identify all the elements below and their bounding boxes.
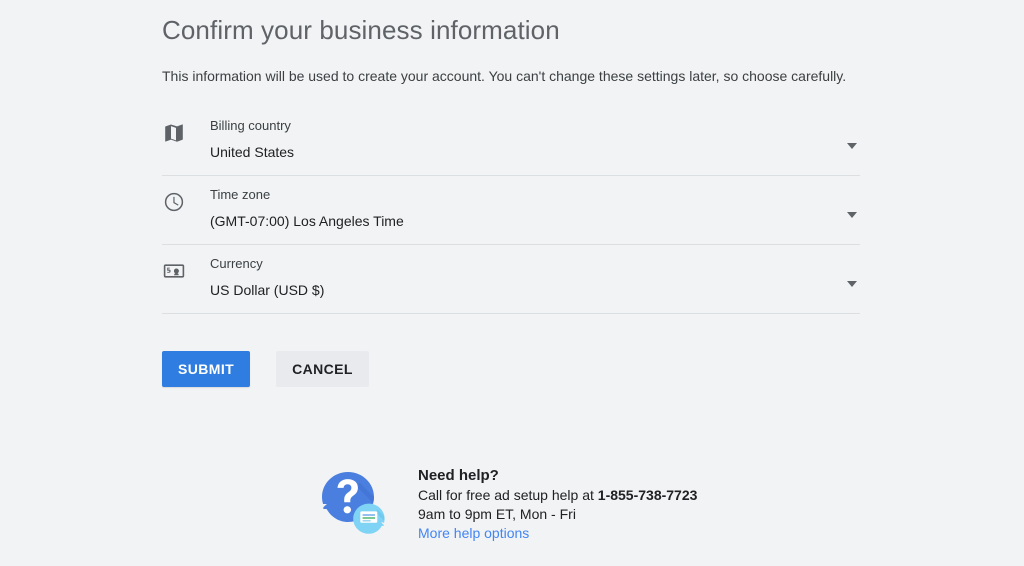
submit-button[interactable]: SUBMIT	[162, 351, 251, 387]
banknote-icon	[162, 259, 186, 283]
field-label-time-zone: Time zone	[210, 187, 271, 202]
page-title: Confirm your business information	[162, 15, 560, 45]
field-value-billing-country: United States	[210, 144, 295, 160]
help-title: Need help?	[418, 467, 499, 484]
help-text-block: Need help? Call for free ad setup help a…	[418, 466, 733, 543]
help-hours: 9am to 9pm ET, Mon - Fri	[418, 506, 576, 522]
business-information-form: Billing country United States Time zone …	[162, 107, 882, 314]
page-subtitle: This information will be used to create …	[162, 68, 847, 84]
help-phone-number: 1-855-738-7723	[597, 487, 698, 503]
field-row-billing-country[interactable]: Billing country United States	[162, 107, 860, 176]
clock-icon	[162, 190, 186, 214]
map-icon	[162, 121, 186, 145]
help-call-prefix: Call for free ad setup help at	[418, 487, 598, 503]
chevron-down-icon[interactable]	[847, 143, 857, 149]
field-row-currency[interactable]: Currency US Dollar (USD $)	[162, 245, 860, 314]
page-background: Confirm your business information This i…	[0, 0, 1024, 566]
field-value-currency: US Dollar (USD $)	[210, 282, 325, 298]
cancel-button[interactable]: CANCEL	[276, 351, 369, 387]
help-section: Need help? Call for free ad setup help a…	[313, 460, 733, 550]
field-body-currency: Currency US Dollar (USD $)	[210, 245, 860, 299]
field-label-currency: Currency	[210, 256, 263, 271]
field-row-time-zone[interactable]: Time zone (GMT-07:00) Los Angeles Time	[162, 176, 860, 245]
chevron-down-icon[interactable]	[847, 281, 857, 287]
field-body-time-zone: Time zone (GMT-07:00) Los Angeles Time	[210, 176, 860, 230]
field-body-billing-country: Billing country United States	[210, 107, 860, 161]
help-call-line: Call for free ad setup help at 1-855-738…	[418, 486, 733, 505]
form-actions: SUBMIT CANCEL	[162, 351, 882, 387]
field-value-time-zone: (GMT-07:00) Los Angeles Time	[210, 213, 404, 229]
question-chat-bubble-icon	[313, 460, 401, 542]
field-label-billing-country: Billing country	[210, 118, 291, 133]
content-column: Confirm your business information This i…	[162, 0, 882, 387]
more-help-options-link[interactable]: More help options	[418, 524, 529, 543]
chevron-down-icon[interactable]	[847, 212, 857, 218]
